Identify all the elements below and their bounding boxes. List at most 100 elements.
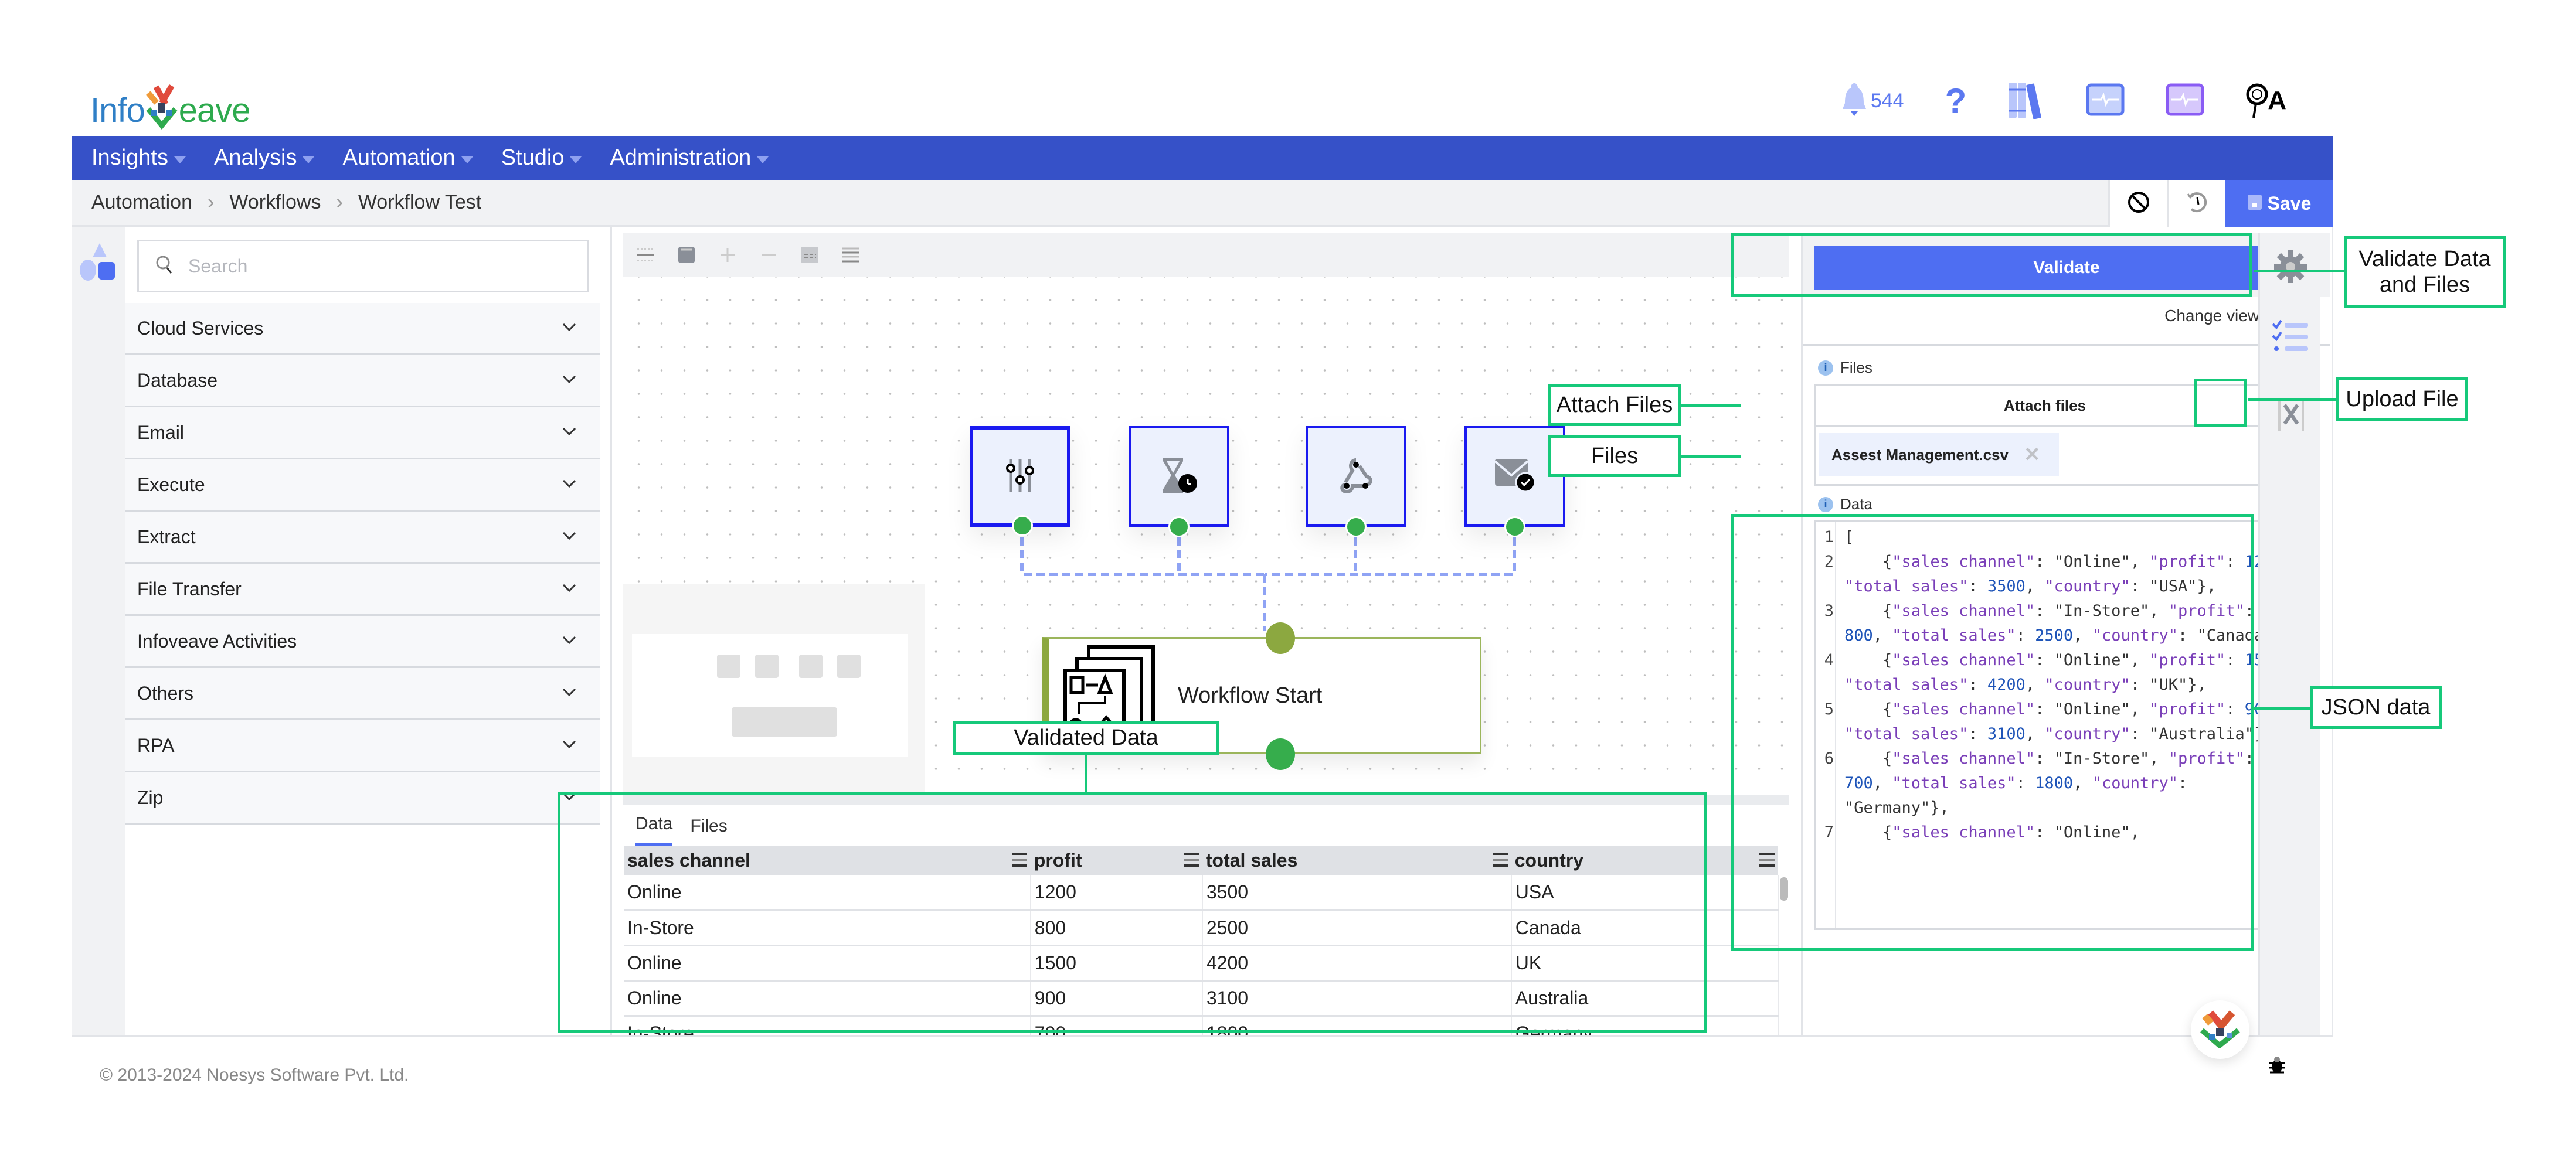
tab-files[interactable]: Files: [690, 816, 727, 846]
search-box: [137, 240, 589, 292]
shapes-icon[interactable]: [79, 243, 117, 284]
table-cell: 1200: [1030, 875, 1203, 911]
help-icon[interactable]: ?: [1945, 81, 1967, 121]
category-others[interactable]: Others: [125, 668, 600, 720]
files-section-label: i Files: [1818, 359, 1872, 377]
output-port[interactable]: [1345, 516, 1367, 537]
annotation-attach-files: Attach Files: [1548, 384, 1681, 426]
activity-node-webhook[interactable]: [1306, 426, 1406, 537]
breadcrumb-automation[interactable]: Automation: [91, 191, 192, 214]
column-header[interactable]: country: [1511, 846, 1778, 875]
input-port[interactable]: [1266, 622, 1295, 654]
table-row: Online 1200 3500 USA: [624, 875, 1779, 911]
annotation-validated-data: Validated Data: [953, 721, 1219, 755]
skeleton-block: [755, 655, 779, 678]
nav-administration[interactable]: Administration: [610, 145, 769, 171]
library-books-icon[interactable]: [2007, 80, 2045, 122]
activity-node-delay[interactable]: [1129, 426, 1229, 537]
layout-icon[interactable]: [842, 246, 859, 264]
tab-data[interactable]: Data: [635, 814, 673, 846]
gear-icon[interactable]: [2273, 249, 2308, 287]
output-port[interactable]: [1266, 738, 1295, 770]
code-line: 5 {"sales channel": "Online", "profit": …: [1824, 697, 2295, 747]
code-text: {"sales channel": "Online", "profit": 15…: [1844, 651, 2292, 694]
zoom-in-icon[interactable]: [719, 246, 736, 264]
chevron-down-icon: [562, 583, 577, 595]
infoveave-logo[interactable]: Info eave: [90, 77, 251, 130]
activity-node-parameters[interactable]: [970, 426, 1070, 536]
skeleton-block: [837, 655, 861, 678]
column-header[interactable]: sales channel: [624, 846, 1031, 875]
column-menu-icon[interactable]: [1011, 853, 1027, 867]
category-execute[interactable]: Execute: [125, 459, 600, 512]
output-port[interactable]: [1012, 515, 1033, 536]
nav-label: Automation: [342, 145, 456, 170]
column-menu-icon[interactable]: [1492, 853, 1508, 867]
category-zip[interactable]: Zip: [125, 772, 600, 825]
remove-file-icon[interactable]: ✕: [2024, 443, 2041, 466]
resize-handle[interactable]: [623, 795, 1789, 805]
category-cloud-services[interactable]: Cloud Services: [125, 303, 600, 355]
table-row: Online 900 3100 Australia: [624, 980, 1779, 1017]
code-line: 7 {"sales channel": "Online",: [1824, 820, 2295, 845]
annotation-arrow-attach: [1680, 404, 1741, 407]
palette-rail: [72, 227, 125, 1035]
caret-down-icon: [757, 156, 769, 163]
category-file-transfer[interactable]: File Transfer: [125, 564, 600, 616]
nav-studio[interactable]: Studio: [501, 145, 582, 171]
monitor-pulse-icon[interactable]: [2086, 83, 2125, 119]
minimap-icon[interactable]: [801, 246, 818, 264]
notifications-button[interactable]: 544: [1841, 82, 1904, 120]
cancel-button[interactable]: [2108, 180, 2167, 227]
annotation-validate: Validate Data and Files: [2344, 236, 2506, 308]
category-database[interactable]: Database: [125, 355, 600, 407]
output-port[interactable]: [1168, 516, 1190, 537]
table-cell: 800: [1030, 910, 1203, 946]
annotation-arrow-validated: [1085, 755, 1087, 792]
fit-icon[interactable]: [678, 246, 695, 264]
close-panel-icon[interactable]: [2278, 397, 2305, 435]
category-rpa[interactable]: RPA: [125, 720, 600, 772]
chevron-down-icon: [562, 792, 577, 804]
code-lines: 1[2 {"sales channel": "Online", "profit"…: [1824, 525, 2295, 845]
attach-files-button[interactable]: Attach files: [1816, 386, 2273, 425]
code-text: {"sales channel": "In-Store", "profit": …: [1844, 750, 2264, 817]
monitor-pulse-purple-icon[interactable]: [2166, 83, 2204, 119]
code-text: {"sales channel": "Online", "profit": 12…: [1844, 553, 2292, 595]
category-infoveave-activities[interactable]: Infoveave Activities: [125, 616, 600, 668]
table-cell: 900: [1030, 980, 1203, 1017]
zoom-out-icon[interactable]: [760, 246, 777, 264]
column-header[interactable]: profit: [1030, 846, 1202, 875]
annotation-upload-file: Upload File: [2336, 377, 2468, 421]
output-port[interactable]: [1504, 516, 1525, 537]
table-scrollbar[interactable]: [1780, 877, 1788, 901]
side-tools: [2258, 233, 2320, 1035]
breadcrumb-workflows[interactable]: Workflows: [229, 191, 321, 214]
validate-button[interactable]: Validate: [1814, 246, 2319, 290]
align-icon[interactable]: [637, 246, 654, 264]
nav-insights[interactable]: Insights: [91, 145, 186, 171]
qa-inspect-icon[interactable]: A: [2245, 83, 2286, 119]
history-button[interactable]: [2167, 180, 2225, 227]
search-input[interactable]: [188, 255, 563, 277]
json-data-editor[interactable]: 1[2 {"sales channel": "Online", "profit"…: [1814, 520, 2319, 930]
category-extract[interactable]: Extract: [125, 512, 600, 564]
category-email[interactable]: Email: [125, 407, 600, 459]
workflow-canvas[interactable]: Workflow Start: [623, 233, 1789, 807]
column-header[interactable]: total sales: [1202, 846, 1511, 875]
line-number: 2: [1824, 553, 1834, 571]
assistant-chat-button[interactable]: [2191, 1000, 2249, 1059]
sliders-icon: [1002, 457, 1038, 497]
chevron-down-icon: [562, 374, 577, 387]
bug-report-icon[interactable]: [2269, 1056, 2285, 1077]
nav-analysis[interactable]: Analysis: [214, 145, 315, 171]
column-menu-icon[interactable]: [1183, 853, 1199, 867]
divider: [1803, 344, 2330, 346]
save-button[interactable]: Save: [2225, 180, 2333, 227]
table-cell: 4200: [1202, 945, 1512, 982]
checklist-icon[interactable]: [2272, 319, 2309, 357]
nav-automation[interactable]: Automation: [342, 145, 473, 171]
nav-label: Insights: [91, 145, 168, 170]
category-label: Cloud Services: [137, 317, 264, 339]
column-menu-icon[interactable]: [1759, 853, 1775, 867]
